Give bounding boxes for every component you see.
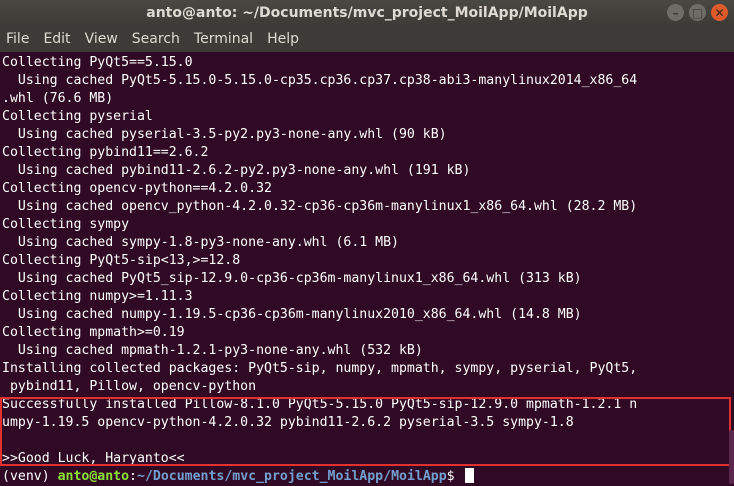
output-line: Using cached pybind11-2.6.2-py2.py3-none… xyxy=(2,163,471,178)
output-line: Using cached opencv_python-4.2.0.32-cp36… xyxy=(2,199,638,214)
text-cursor xyxy=(464,468,474,483)
title-bar: anto@anto: ~/Documents/mvc_project_MoilA… xyxy=(0,0,734,26)
output-line: Collecting opencv-python==4.2.0.32 xyxy=(2,181,272,196)
terminal-output[interactable]: Collecting PyQt5==5.15.0 Using cached Py… xyxy=(0,54,734,486)
menu-file[interactable]: File xyxy=(6,31,29,47)
maximize-button[interactable]: □ xyxy=(689,4,706,21)
output-line: Collecting sympy xyxy=(2,217,130,232)
close-icon: ✕ xyxy=(714,5,725,20)
minimize-button[interactable]: – xyxy=(667,4,684,21)
output-line: Collecting mpmath>=0.19 xyxy=(2,325,185,340)
scrollbar[interactable] xyxy=(729,430,734,484)
output-line: >>Good Luck, Haryanto<< xyxy=(2,451,185,466)
prompt-separator: : xyxy=(129,469,137,484)
output-line: Using cached mpmath-1.2.1-py3-none-any.w… xyxy=(2,343,423,358)
shell-prompt[interactable]: (venv) anto@anto:~/Documents/mvc_project… xyxy=(2,468,474,486)
window-controls: – □ ✕ xyxy=(667,4,728,21)
output-line: Collecting numpy>=1.11.3 xyxy=(2,289,193,304)
output-line: umpy-1.19.5 opencv-python-4.2.0.32 pybin… xyxy=(2,415,574,430)
output-line: Successfully installed Pillow-8.1.0 PyQt… xyxy=(2,397,638,412)
output-line: Using cached pyserial-3.5-py2.py3-none-a… xyxy=(2,127,447,142)
menu-bar: File Edit View Search Terminal Help xyxy=(0,26,734,52)
output-line: Using cached numpy-1.19.5-cp36-cp36m-man… xyxy=(2,307,582,322)
output-line: Collecting pyserial xyxy=(2,109,153,124)
menu-help[interactable]: Help xyxy=(267,31,299,47)
menu-terminal[interactable]: Terminal xyxy=(194,31,253,47)
menu-view[interactable]: View xyxy=(85,31,118,47)
output-line: Using cached sympy-1.8-py3-none-any.whl … xyxy=(2,235,399,250)
output-line: Collecting PyQt5==5.15.0 xyxy=(2,55,193,70)
output-line: pybind11, Pillow, opencv-python xyxy=(2,379,257,394)
close-button[interactable]: ✕ xyxy=(711,4,728,21)
window-title: anto@anto: ~/Documents/mvc_project_MoilA… xyxy=(146,5,588,21)
prompt-symbol: $ xyxy=(446,469,463,484)
prompt-user: anto@anto xyxy=(57,469,130,484)
maximize-icon: □ xyxy=(691,5,704,20)
menu-search[interactable]: Search xyxy=(132,31,180,47)
prompt-venv: (venv) xyxy=(2,469,58,484)
menu-edit[interactable]: Edit xyxy=(43,31,70,47)
output-line: Collecting pybind11==2.6.2 xyxy=(2,145,209,160)
output-line: Using cached PyQt5-5.15.0-5.15.0-cp35.cp… xyxy=(2,73,638,88)
output-line: Collecting PyQt5-sip<13,>=12.8 xyxy=(2,253,241,268)
output-line: Using cached PyQt5_sip-12.9.0-cp36-cp36m… xyxy=(2,271,582,286)
prompt-path: ~/Documents/mvc_project_MoilApp/MoilApp xyxy=(137,469,447,484)
output-line: .whl (76.6 MB) xyxy=(2,91,114,106)
output-line: Installing collected packages: PyQt5-sip… xyxy=(2,361,638,376)
minimize-icon: – xyxy=(672,5,679,20)
